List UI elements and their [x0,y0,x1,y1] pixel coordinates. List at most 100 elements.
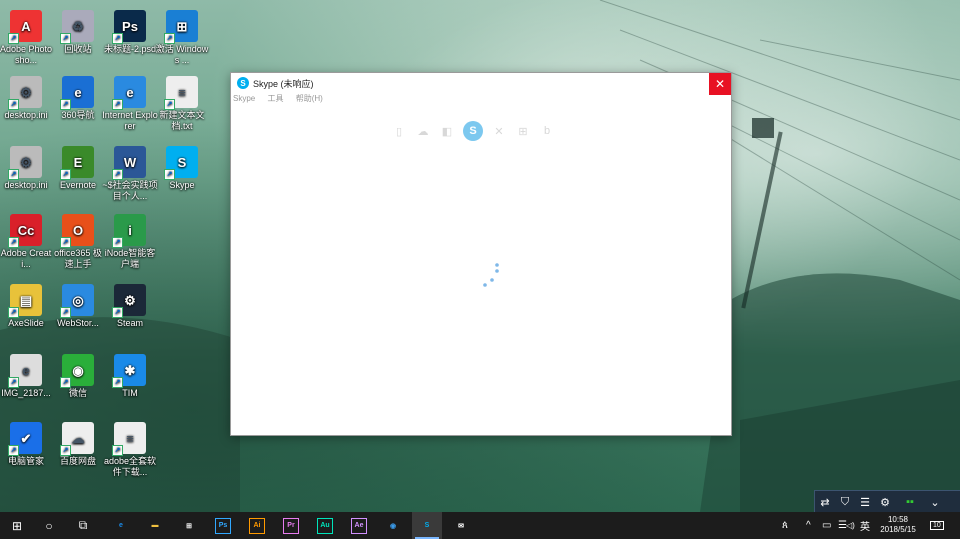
desktop-icon[interactable]: ♻ ↗ 回收站 [50,10,106,55]
shortcut-arrow-icon: ↗ [60,445,71,456]
desktop-icon-label: WebStor... [57,318,99,328]
desktop-icon[interactable]: ☁ ↗ 百度网盘 [50,422,106,467]
people-button[interactable]: ጰ [782,512,798,539]
search-button[interactable]: ○ [34,512,64,539]
pr-icon: Pr [283,517,299,534]
shortcut-arrow-icon: ↗ [8,377,19,388]
shortcut-arrow-icon: ↗ [8,169,19,180]
taskbar-app-pr[interactable]: Pr [276,512,306,539]
menu-item-skype[interactable]: Skype [233,94,255,103]
list-icon[interactable]: ☰ [855,496,875,509]
shield-icon[interactable]: ⛉ [835,496,855,509]
menu-item-help[interactable]: 帮助(H) [296,94,323,103]
desktop-icon-label: 激活 Windows ... [155,44,209,65]
desktop-icon[interactable]: ◎ ↗ WebStor... [50,284,106,329]
desktop-icon-label: desktop.ini [4,110,48,120]
taskbar-app-ai[interactable]: Ai [242,512,272,539]
store-icon: ⊞ [186,522,192,530]
shortcut-arrow-icon: ↗ [8,307,19,318]
desktop-app-icon: Ps ↗ [112,10,146,44]
desktop-icon[interactable]: W ↗ ~$社会实践项目个人... [102,146,158,202]
desktop-icon[interactable]: ⚙ ↗ desktop.ini [0,146,54,191]
skype-window[interactable]: S Skype (未响应) ✕ Skype 工具 帮助(H) ▯ ☁ ◧ S ✕… [230,72,732,436]
desktop-icon[interactable]: e ↗ IMG_2187... [0,354,54,399]
desktop-icon-label: ~$社会实践项目个人... [102,180,158,201]
office-icon: ▯ [395,125,403,138]
desktop-icon[interactable]: ◉ ↗ 微信 [50,354,106,399]
taskbar-app-store[interactable]: ⊞ [174,512,204,539]
desktop-icon[interactable]: ⚙ ↗ desktop.ini [0,76,54,121]
chevron-up-icon: ^ [806,520,811,531]
desktop-icon-label: desktop.ini [4,180,48,190]
taskbar-app-ps[interactable]: Ps [208,512,238,539]
volume-button[interactable]: ◁) [846,512,860,539]
battery-button[interactable]: ▭ [822,512,836,539]
clock[interactable]: 10:58 2018/5/15 [872,515,924,535]
show-hidden-icons-button[interactable]: ^ [806,512,820,539]
app-glyph-icon: e [22,362,30,378]
desktop-icon-label: 百度网盘 [59,456,96,466]
taskbar: ⊞ ○ ⧉ e ▬ ⊞ Ps Ai Pr Au Ae ◉ S ✉ ጰ ^ ▭ ☰ ◁) 英 10:5… [0,512,960,539]
desktop-icon[interactable]: Ps ↗ 未标题-2.psd [102,10,158,55]
app-glyph-icon: ◎ [72,292,84,308]
bing-icon: b [543,125,551,137]
shortcut-arrow-icon: ↗ [112,169,123,180]
start-button[interactable]: ⊞ [2,512,32,539]
desktop-icon[interactable]: ≡ ↗ 新建文本文档.txt [154,76,210,132]
menu-item-tools[interactable]: 工具 [267,94,283,103]
taskbar-app-ae[interactable]: Ae [344,512,374,539]
desktop-app-icon: A ↗ [8,10,42,44]
ai-icon: Ai [249,517,265,534]
shortcut-arrow-icon: ↗ [112,33,123,44]
settings-icon[interactable]: ⚙ [875,496,895,509]
shortcut-arrow-icon: ↗ [164,169,175,180]
notifications-icon: 10 [930,521,944,530]
desktop-app-icon: S ↗ [164,146,198,180]
app-glyph-icon: ☁ [71,430,85,446]
desktop-icon[interactable]: Cc ↗ Adobe Creati... [0,214,54,270]
desktop-app-icon: ⚙ ↗ [8,146,42,180]
desktop-icon[interactable]: ✔ ↗ 电脑管家 [0,422,54,467]
desktop-icon[interactable]: A ↗ Adobe Photosho... [0,10,54,66]
ae-icon: Ae [351,517,367,534]
app-glyph-icon: A [21,18,31,34]
desktop-icon[interactable]: ▤ ↗ AxeSlide [0,284,54,329]
taskbar-app-explorer[interactable]: ▬ [140,512,170,539]
desktop-icon[interactable]: ✱ ↗ TIM [102,354,158,399]
desktop-app-icon: ◉ ↗ [60,354,94,388]
taskbar-app-au[interactable]: Au [310,512,340,539]
battery-icon: ▭ [822,520,832,531]
skype-titlebar[interactable]: S Skype (未响应) ✕ [231,73,731,95]
action-center-button[interactable]: 10 [930,512,950,539]
desktop-icon[interactable]: e ↗ 360导航 [50,76,106,121]
sync-icon[interactable]: ⇄ [815,496,835,509]
desktop-icon-label: Evernote [59,180,97,190]
app-glyph-icon: i [128,222,132,238]
shortcut-arrow-icon: ↗ [8,99,19,110]
desktop-icon[interactable]: ⊞ ↗ 激活 Windows ... [154,10,210,66]
taskbar-app-edge[interactable]: e [106,512,136,539]
au-icon: Au [317,517,333,534]
ime-indicator[interactable]: 英 [860,512,872,539]
outlook-icon: ◧ [441,125,453,138]
app-glyph-icon: ✔ [20,430,32,446]
taskbar-app-skype[interactable]: S [412,512,442,539]
close-button[interactable]: ✕ [709,73,731,95]
taskbar-app-browser[interactable]: ◉ [378,512,408,539]
tray-overflow-flyout: ⇄ ⛉ ☰ ⚙ ▪▪ ⌄ [814,490,960,512]
task-view-button[interactable]: ⧉ [68,512,98,539]
app-glyph-icon: ✱ [124,362,136,378]
desktop-icon-label: TIM [122,388,138,398]
desktop-icon[interactable]: ≡ ↗ adobe全套软件下载... [102,422,158,478]
desktop-app-icon: ☁ ↗ [60,422,94,456]
desktop-icon[interactable]: S ↗ Skype [154,146,210,191]
desktop-icon[interactable]: e ↗ Internet Explorer [102,76,158,132]
chevron-down-icon[interactable]: ⌄ [925,496,945,509]
desktop-icon[interactable]: E ↗ Evernote [50,146,106,191]
network-status-icon[interactable]: ▪▪ [895,496,925,508]
desktop-icon[interactable]: i ↗ iNode智能客户端 [102,214,158,270]
taskbar-app-mail[interactable]: ✉ [446,512,476,539]
shortcut-arrow-icon: ↗ [112,99,123,110]
desktop-icon[interactable]: O ↗ office365 极速上手 [50,214,106,270]
desktop-icon[interactable]: ⚙ ↗ Steam [102,284,158,329]
